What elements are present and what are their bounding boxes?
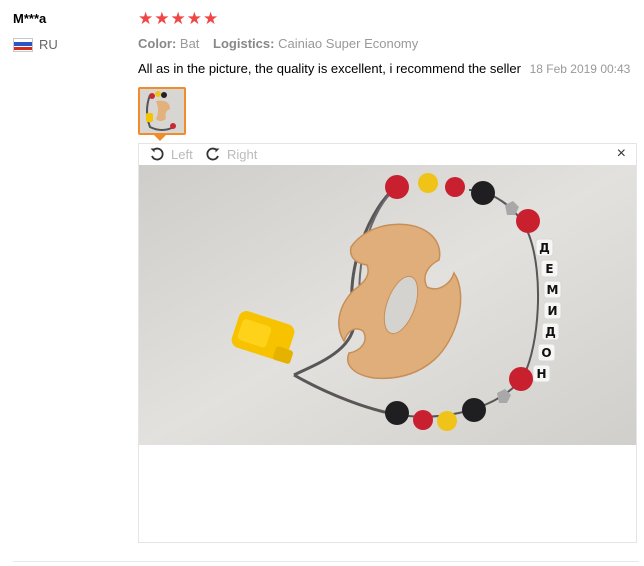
review-photo: Д Е М И Д О Н — [139, 165, 636, 445]
thumbnail-image — [140, 89, 184, 133]
rotate-left-button[interactable]: Left — [149, 146, 193, 162]
bead-letter: Е — [545, 262, 553, 276]
viewer-toolbar: Left Right × — [139, 144, 636, 165]
bead-letter: И — [547, 304, 557, 318]
bead-letter: М — [547, 283, 559, 297]
rotate-right-label: Right — [227, 146, 258, 162]
user-name: M***a — [13, 11, 47, 26]
rotate-left-icon — [150, 147, 164, 161]
photo-thumbnail[interactable] — [138, 87, 186, 135]
bead-letter: Н — [536, 367, 546, 381]
star-icon: ★ — [154, 9, 170, 28]
rotate-right-button[interactable]: Right — [205, 146, 257, 162]
review-body: All as in the picture, the quality is ex… — [138, 61, 630, 76]
pacifier-clip-photo: Д Е М И Д О Н — [139, 165, 636, 445]
star-rating: ★ ★ ★ ★ ★ — [138, 9, 219, 29]
russia-flag-icon — [13, 37, 33, 52]
star-icon: ★ — [186, 9, 202, 28]
bead-letter: О — [541, 346, 551, 360]
rotate-right-icon — [206, 147, 220, 161]
review-divider — [13, 561, 639, 562]
logistics-value: Cainiao Super Economy — [278, 36, 419, 51]
logistics-label: Logistics: — [213, 36, 275, 51]
user-country: RU — [13, 37, 58, 52]
review-date: 18 Feb 2019 00:43 — [529, 62, 631, 76]
bead-letter: Д — [539, 241, 550, 255]
bead-letter: Д — [545, 325, 556, 339]
rotate-left-label: Left — [171, 146, 193, 162]
review-text: All as in the picture, the quality is ex… — [138, 61, 521, 76]
color-label: Color: — [138, 36, 177, 51]
thumbnail-pointer — [154, 135, 166, 141]
star-icon: ★ — [203, 9, 219, 28]
country-code: RU — [39, 37, 58, 52]
color-value: Bat — [179, 36, 200, 51]
close-icon[interactable]: × — [617, 146, 626, 162]
order-info: Color: Bat Logistics: Cainiao Super Econ… — [138, 36, 428, 51]
star-icon: ★ — [170, 9, 186, 28]
star-icon: ★ — [138, 9, 154, 28]
photo-viewer: Left Right × Д Е М И Д О Н — [138, 143, 637, 543]
